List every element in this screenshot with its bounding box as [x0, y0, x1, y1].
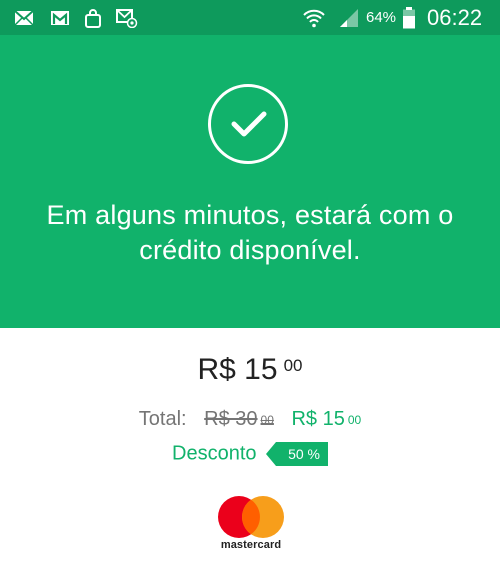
original-price-value: R$ 30 [204, 408, 258, 430]
original-price-cents: 00 [260, 413, 274, 427]
email-notification-icon [116, 8, 138, 28]
mail-icon [14, 8, 34, 28]
discount-badge: 50 % [266, 441, 328, 466]
original-price: R$ 30 00 [204, 408, 274, 430]
status-clock: 06:22 [427, 5, 483, 30]
amount-cents: 00 [283, 356, 303, 375]
status-bar: 64% 06:22 [0, 0, 500, 35]
amount-value: R$ 15 [197, 353, 278, 386]
discount-row: Desconto 50 % [0, 440, 500, 467]
discounted-price: R$ 15 00 [291, 408, 361, 430]
discounted-price-cents: 00 [347, 413, 362, 427]
signal-icon [338, 8, 360, 28]
mastercard-circles-icon [218, 496, 284, 538]
recharge-amount: R$ 15 00 [0, 353, 500, 387]
success-panel: Em alguns minutos, estará com o crédito … [0, 35, 500, 328]
discount-label: Desconto [172, 442, 257, 465]
wifi-icon [302, 8, 326, 28]
check-circle [208, 84, 288, 164]
total-row: Total: R$ 30 00 R$ 15 00 [0, 407, 500, 431]
battery-icon [402, 7, 416, 29]
success-message: Em alguns minutos, estará com o crédito … [46, 200, 454, 265]
mastercard-logo: mastercard [216, 496, 286, 554]
shopping-bag-icon [83, 8, 103, 28]
battery-percentage: 64% [366, 9, 397, 26]
discounted-price-value: R$ 15 [291, 408, 345, 430]
total-label: Total: [138, 408, 187, 430]
mastercard-wordmark: mastercard [220, 539, 282, 551]
gmail-icon [50, 8, 70, 28]
check-icon [231, 111, 267, 137]
